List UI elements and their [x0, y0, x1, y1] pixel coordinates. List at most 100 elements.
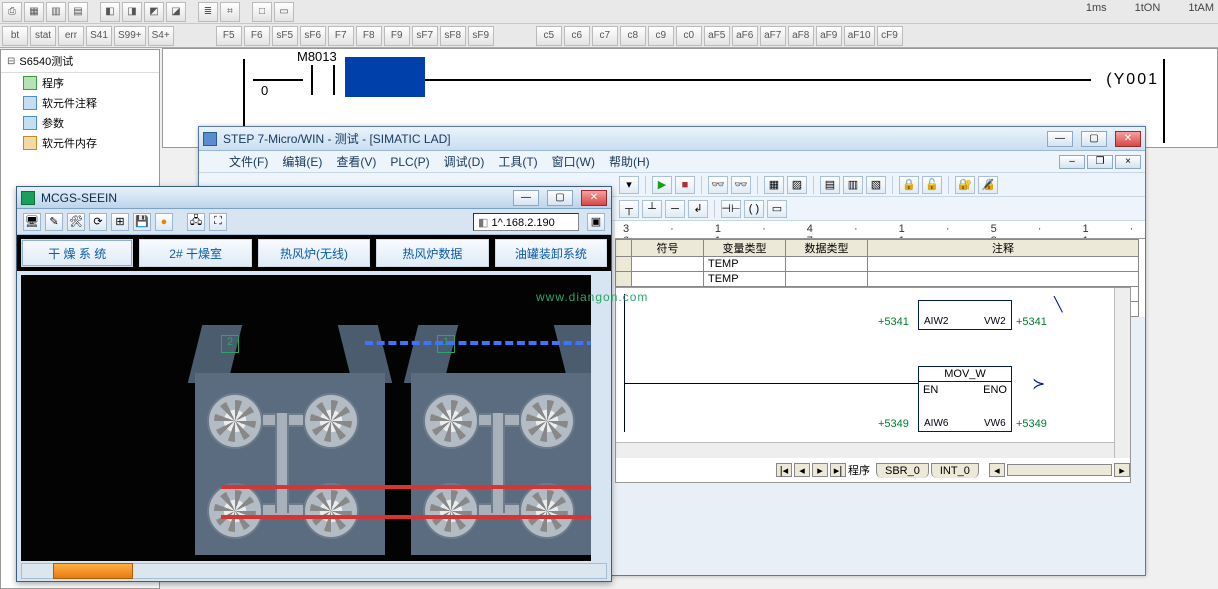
download-icon[interactable]: ▾: [619, 176, 639, 194]
step7-ladder-area[interactable]: ╲ +5341 AIW2 VW2 +5341 MOV_W EN ENO ≻ +5…: [615, 287, 1131, 483]
mcgs-tab[interactable]: 热风炉(无线): [258, 239, 370, 267]
maximize-button[interactable]: ▢: [547, 190, 573, 206]
fkey-button[interactable]: bt: [2, 26, 28, 46]
tb1-btn[interactable]: □: [252, 2, 272, 22]
fkey-button[interactable]: c0: [676, 26, 702, 46]
table-cell[interactable]: [786, 272, 868, 287]
symtable-header[interactable]: 变量类型: [704, 240, 786, 257]
warning-icon[interactable]: ●: [155, 213, 173, 231]
save-icon[interactable]: 💾: [133, 213, 151, 231]
fkey-button[interactable]: c7: [592, 26, 618, 46]
fkey-button[interactable]: S41: [86, 26, 112, 46]
fkey-button[interactable]: F9: [384, 26, 410, 46]
scada-canvas[interactable]: 2 1: [21, 275, 591, 561]
edit-icon[interactable]: ✎: [45, 213, 63, 231]
tbx-icon[interactable]: ▤: [820, 176, 840, 194]
fkey-button[interactable]: F5: [216, 26, 242, 46]
fkey-button[interactable]: aF10: [844, 26, 875, 46]
fkey-button[interactable]: aF7: [760, 26, 786, 46]
mcgs-tab[interactable]: 油罐装卸系统: [495, 239, 607, 267]
padlock2-icon[interactable]: 🔏: [978, 176, 998, 194]
program-tab[interactable]: INT_0: [931, 463, 979, 478]
table-cell[interactable]: [616, 272, 632, 287]
fkey-button[interactable]: aF8: [788, 26, 814, 46]
unlock-icon[interactable]: 🔓: [922, 176, 942, 194]
fullscreen-icon[interactable]: ⛶: [209, 213, 227, 231]
tb1-btn[interactable]: ◪: [166, 2, 186, 22]
fkey-button[interactable]: c5: [536, 26, 562, 46]
tools-icon[interactable]: 🛠: [67, 213, 85, 231]
fkey-button[interactable]: cF9: [877, 26, 903, 46]
table-cell[interactable]: [616, 257, 632, 272]
table-cell[interactable]: [632, 257, 704, 272]
step7-titlebar[interactable]: STEP 7-Micro/WIN - 测试 - [SIMATIC LAD] — …: [199, 127, 1145, 151]
run-icon[interactable]: ▶: [652, 176, 672, 194]
connect-icon[interactable]: 🖧: [187, 213, 205, 231]
tb1-btn[interactable]: ◨: [122, 2, 142, 22]
tree-item[interactable]: 程序: [1, 73, 159, 93]
fkey-button[interactable]: F6: [244, 26, 270, 46]
lad-branch-up-icon[interactable]: ┴: [642, 200, 662, 218]
symtable-header[interactable]: 数据类型: [786, 240, 868, 257]
fkey-button[interactable]: c9: [648, 26, 674, 46]
table-cell[interactable]: [786, 257, 868, 272]
fkey-button[interactable]: c8: [620, 26, 646, 46]
table-cell[interactable]: [868, 272, 1139, 287]
monitor-icon[interactable]: 🖥: [23, 213, 41, 231]
fkey-button[interactable]: sF9: [468, 26, 494, 46]
mcgs-tab[interactable]: 干 燥 系 统: [21, 239, 133, 267]
table-cell[interactable]: [868, 257, 1139, 272]
ladder-coil[interactable]: (Y001: [1106, 71, 1159, 89]
lad-line-icon[interactable]: ─: [665, 200, 685, 218]
menu-item[interactable]: 文件(F): [223, 151, 274, 172]
refresh-icon[interactable]: ⟳: [89, 213, 107, 231]
program-tab[interactable]: SBR_0: [876, 463, 929, 478]
menu-item[interactable]: PLC(P): [384, 153, 435, 171]
ip-address-field[interactable]: ◧ 1^.168.2.190: [473, 213, 579, 231]
tab-scroll-left[interactable]: ◂: [989, 463, 1005, 477]
tbx-icon[interactable]: ▥: [843, 176, 863, 194]
lad-box-icon[interactable]: ▭: [767, 200, 787, 218]
fkey-button[interactable]: err: [58, 26, 84, 46]
fkey-button[interactable]: stat: [30, 26, 56, 46]
lad-coil-icon[interactable]: ( ): [744, 200, 764, 218]
windows-icon[interactable]: ⊞: [111, 213, 129, 231]
fkey-button[interactable]: F8: [356, 26, 382, 46]
tbx-icon[interactable]: ▧: [866, 176, 886, 194]
tab-scroll-track[interactable]: [1007, 464, 1112, 476]
tb1-btn[interactable]: ▦: [24, 2, 44, 22]
table-row[interactable]: TEMP: [616, 257, 1139, 272]
tab-nav-prev[interactable]: ◂: [794, 463, 810, 477]
minimize-button[interactable]: —: [1047, 131, 1073, 147]
tb1-btn[interactable]: ◩: [144, 2, 164, 22]
tab-scroll-right[interactable]: ▸: [1114, 463, 1130, 477]
fkey-button[interactable]: aF9: [816, 26, 842, 46]
close-button[interactable]: ✕: [1115, 131, 1141, 147]
horizontal-scrollbar[interactable]: [616, 442, 1114, 458]
menu-item[interactable]: 查看(V): [330, 151, 382, 172]
fkey-button[interactable]: sF5: [272, 26, 298, 46]
menu-item[interactable]: 窗口(W): [546, 151, 601, 172]
ladder-contact[interactable]: M8013: [303, 57, 343, 97]
fkey-button[interactable]: aF5: [704, 26, 730, 46]
table-row[interactable]: TEMP: [616, 272, 1139, 287]
fkey-button[interactable]: S4+: [148, 26, 174, 46]
mcgs-tab[interactable]: 热风炉数据: [376, 239, 488, 267]
minimize-button[interactable]: —: [513, 190, 539, 206]
tb1-btn[interactable]: ▥: [46, 2, 66, 22]
menu-item[interactable]: 帮助(H): [603, 151, 656, 172]
table-cell[interactable]: TEMP: [704, 272, 786, 287]
tree-item[interactable]: 软元件注释: [1, 93, 159, 113]
ladder-selected-block[interactable]: [345, 57, 425, 97]
target-icon[interactable]: ▣: [587, 213, 605, 231]
mdi-close-button[interactable]: ×: [1115, 155, 1141, 169]
maximize-button[interactable]: ▢: [1081, 131, 1107, 147]
mdi-minimize-button[interactable]: –: [1059, 155, 1085, 169]
fkey-button[interactable]: c6: [564, 26, 590, 46]
symtable-header[interactable]: [616, 240, 632, 257]
menu-item[interactable]: 工具(T): [492, 151, 543, 172]
lock-icon[interactable]: 🔒: [899, 176, 919, 194]
menu-item[interactable]: 调试(D): [438, 151, 491, 172]
project-tree-title[interactable]: ⊟ S6540测试: [1, 50, 159, 73]
mdi-restore-button[interactable]: ❐: [1087, 155, 1113, 169]
